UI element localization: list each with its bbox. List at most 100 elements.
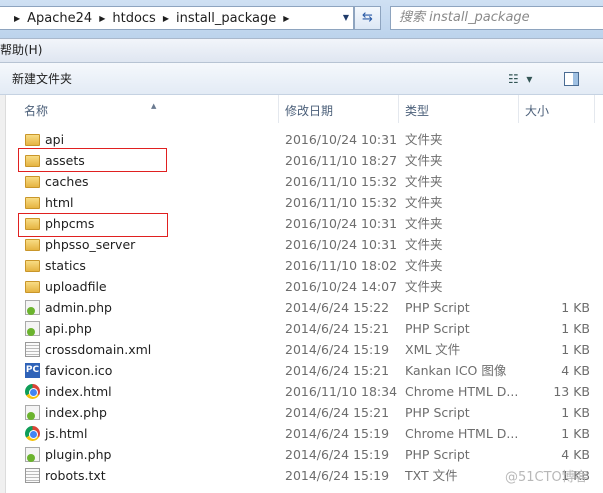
file-row[interactable]: phpsso_server 2016/10/24 10:31 文件夹: [0, 234, 603, 255]
breadcrumb-apache24[interactable]: Apache24: [27, 11, 92, 26]
file-row[interactable]: api 2016/10/24 10:31 文件夹: [0, 129, 603, 150]
file-name: api: [45, 132, 65, 147]
php-icon: [25, 300, 40, 315]
file-type: 文件夹: [405, 153, 443, 168]
menu-help[interactable]: 帮助(H): [0, 43, 42, 57]
folder-icon: [25, 260, 40, 272]
file-date: 2016/10/24 10:31: [285, 237, 398, 252]
file-row[interactable]: statics 2016/11/10 18:02 文件夹: [0, 255, 603, 276]
highlight-box-phpcms: [18, 213, 168, 237]
column-name[interactable]: 名称: [24, 102, 48, 119]
file-size: 4 KB: [561, 363, 590, 378]
file-date: 2014/6/24 15:19: [285, 426, 390, 441]
preview-pane-icon[interactable]: [564, 72, 579, 86]
file-date: 2014/6/24 15:21: [285, 405, 390, 420]
file-name: admin.php: [45, 300, 112, 315]
file-name: plugin.php: [45, 447, 112, 462]
chevron-right-icon[interactable]: ▶: [99, 14, 105, 23]
chrome-icon: [25, 426, 40, 441]
new-folder-button[interactable]: 新建文件夹: [12, 72, 72, 86]
folder-icon: [25, 281, 40, 293]
refresh-button[interactable]: ⇆: [354, 6, 381, 30]
file-name: js.html: [45, 426, 88, 441]
file-name: phpsso_server: [45, 237, 136, 252]
file-name: robots.txt: [45, 468, 106, 483]
folder-icon: [25, 239, 40, 251]
file-size: 1 KB: [561, 300, 590, 315]
column-type[interactable]: 类型: [405, 102, 429, 119]
file-row[interactable]: html 2016/11/10 15:32 文件夹: [0, 192, 603, 213]
file-date: 2016/10/24 14:07: [285, 279, 398, 294]
column-divider[interactable]: [398, 95, 399, 123]
column-divider[interactable]: [594, 95, 595, 123]
file-type: Chrome HTML D...: [405, 426, 519, 441]
ico-icon: PC: [25, 363, 40, 378]
file-type: PHP Script: [405, 300, 470, 315]
file-row[interactable]: api.php 2014/6/24 15:21 PHP Script 1 KB: [0, 318, 603, 339]
file-date: 2014/6/24 15:19: [285, 468, 390, 483]
file-size: 13 KB: [553, 384, 590, 399]
file-type: 文件夹: [405, 132, 443, 147]
file-date: 2016/11/10 18:34: [285, 384, 398, 399]
folder-icon: [25, 134, 40, 146]
file-type: Kankan ICO 图像: [405, 363, 507, 378]
file-row[interactable]: index.html 2016/11/10 18:34 Chrome HTML …: [0, 381, 603, 402]
sort-up-icon: ▲: [151, 102, 157, 110]
column-divider[interactable]: [278, 95, 279, 123]
file-row[interactable]: index.php 2014/6/24 15:21 PHP Script 1 K…: [0, 402, 603, 423]
file-type: 文件夹: [405, 195, 443, 210]
file-row[interactable]: crossdomain.xml 2014/6/24 15:19 XML 文件 1…: [0, 339, 603, 360]
file-name: uploadfile: [45, 279, 107, 294]
view-list-icon[interactable]: ☷ ▾: [508, 63, 532, 95]
folder-icon: [25, 197, 40, 209]
file-type: PHP Script: [405, 321, 470, 336]
chevron-right-icon[interactable]: ▶: [163, 14, 169, 23]
doc-icon: [25, 468, 40, 483]
breadcrumb-install-package[interactable]: install_package: [176, 11, 276, 26]
dropdown-arrow-icon[interactable]: ▼: [343, 13, 349, 22]
address-bar[interactable]: ▶ Apache24 ▶ htdocs ▶ install_package ▶ …: [0, 6, 354, 30]
file-date: 2016/11/10 15:32: [285, 195, 398, 210]
file-row[interactable]: caches 2016/11/10 15:32 文件夹: [0, 171, 603, 192]
column-header: ▲ 名称 修改日期 类型 大小: [7, 95, 603, 123]
file-name: favicon.ico: [45, 363, 113, 378]
file-name: index.html: [45, 384, 112, 399]
file-name: caches: [45, 174, 89, 189]
file-date: 2014/6/24 15:21: [285, 363, 390, 378]
chevron-right-icon[interactable]: ▶: [283, 14, 289, 23]
file-row[interactable]: PC favicon.ico 2014/6/24 15:21 Kankan IC…: [0, 360, 603, 381]
file-row[interactable]: admin.php 2014/6/24 15:22 PHP Script 1 K…: [0, 297, 603, 318]
file-type: 文件夹: [405, 258, 443, 273]
doc-icon: [25, 342, 40, 357]
file-date: 2014/6/24 15:19: [285, 342, 390, 357]
menu-bar: 帮助(H): [0, 38, 603, 63]
search-input[interactable]: 搜索 install_package: [390, 6, 603, 30]
file-size: 1 KB: [561, 426, 590, 441]
file-size: 4 KB: [561, 447, 590, 462]
file-row[interactable]: uploadfile 2016/10/24 14:07 文件夹: [0, 276, 603, 297]
file-type: TXT 文件: [405, 468, 458, 483]
file-date: 2016/11/10 18:27: [285, 153, 398, 168]
chevron-right-icon[interactable]: ▶: [14, 14, 20, 23]
file-date: 2016/11/10 15:32: [285, 174, 398, 189]
file-date: 2014/6/24 15:21: [285, 321, 390, 336]
file-row[interactable]: plugin.php 2014/6/24 15:19 PHP Script 4 …: [0, 444, 603, 465]
file-row[interactable]: js.html 2014/6/24 15:19 Chrome HTML D...…: [0, 423, 603, 444]
file-name: crossdomain.xml: [45, 342, 152, 357]
file-type: XML 文件: [405, 342, 461, 357]
file-date: 2016/11/10 18:02: [285, 258, 398, 273]
column-divider[interactable]: [518, 95, 519, 123]
file-type: PHP Script: [405, 447, 470, 462]
file-type: 文件夹: [405, 174, 443, 189]
file-name: api.php: [45, 321, 92, 336]
php-icon: [25, 321, 40, 336]
column-size[interactable]: 大小: [525, 102, 549, 119]
file-type: 文件夹: [405, 237, 443, 252]
file-type: PHP Script: [405, 405, 470, 420]
file-date: 2016/10/24 10:31: [285, 132, 398, 147]
file-type: Chrome HTML D...: [405, 384, 519, 399]
file-date: 2014/6/24 15:22: [285, 300, 390, 315]
watermark: @51CTO博客: [505, 470, 588, 485]
breadcrumb-htdocs[interactable]: htdocs: [112, 11, 155, 26]
column-date[interactable]: 修改日期: [285, 102, 333, 119]
